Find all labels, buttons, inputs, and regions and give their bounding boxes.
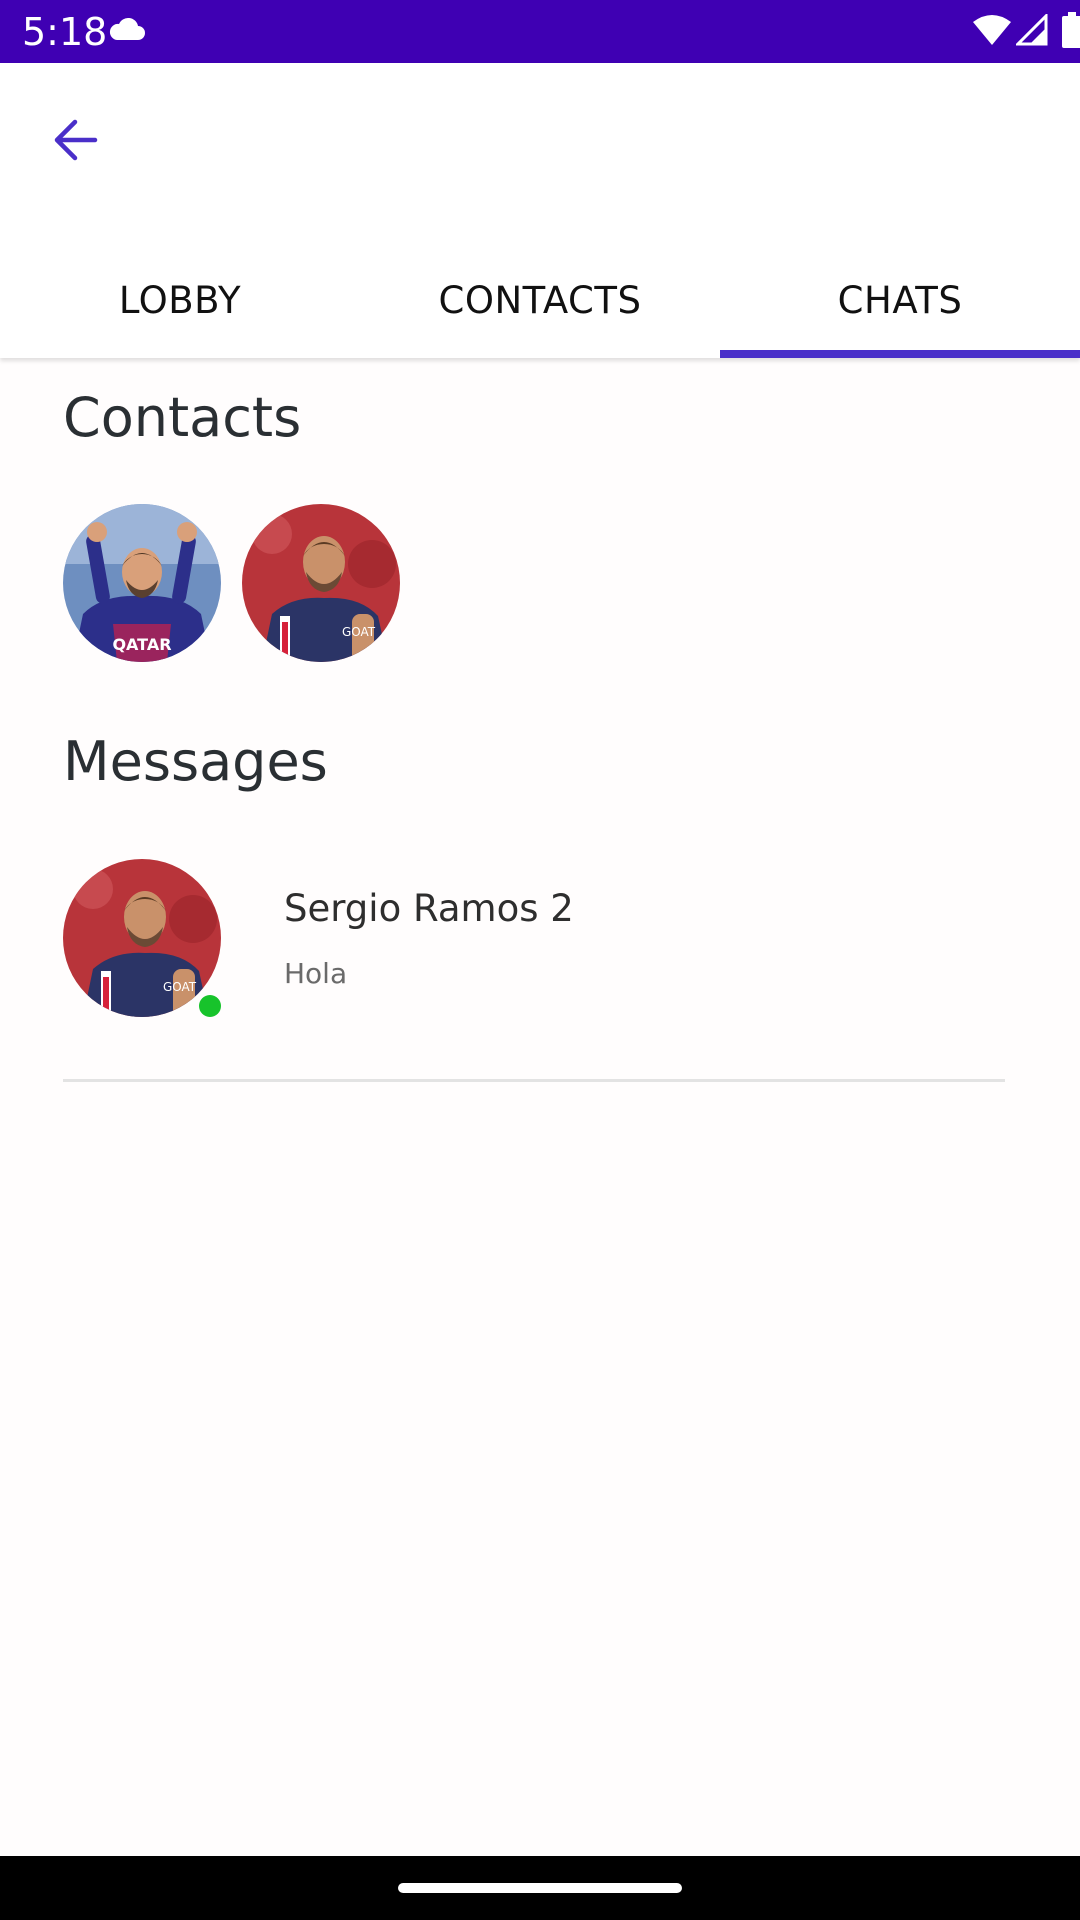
status-icons bbox=[880, 0, 1080, 63]
tab-label: CONTACTS bbox=[438, 279, 642, 322]
chat-avatar: GOAT bbox=[63, 859, 221, 1017]
online-status-indicator bbox=[199, 995, 221, 1017]
contact-avatar[interactable]: QATAR bbox=[63, 504, 221, 662]
cloud-icon bbox=[108, 16, 146, 46]
list-divider bbox=[63, 1079, 1005, 1082]
svg-text:GOAT: GOAT bbox=[342, 625, 376, 639]
wifi-icon bbox=[972, 14, 1012, 50]
contacts-heading: Contacts bbox=[63, 386, 302, 449]
tab-contacts[interactable]: CONTACTS bbox=[360, 243, 720, 358]
tab-label: LOBBY bbox=[118, 279, 242, 322]
status-time: 5:18 bbox=[22, 10, 108, 54]
tab-bar: LOBBY CONTACTS CHATS bbox=[0, 243, 1080, 358]
signal-icon bbox=[1014, 12, 1048, 50]
status-bar: 5:18 bbox=[0, 0, 1080, 63]
system-nav-bar bbox=[0, 1856, 1080, 1920]
message-list-item[interactable]: GOAT Sergio Ramos 2 Hola bbox=[0, 845, 1080, 1085]
tab-label: CHATS bbox=[837, 279, 963, 322]
back-button[interactable] bbox=[40, 107, 110, 177]
messages-heading: Messages bbox=[63, 730, 328, 793]
tab-chats[interactable]: CHATS bbox=[720, 243, 1080, 358]
arrow-left-icon bbox=[51, 118, 99, 166]
tab-lobby[interactable]: LOBBY bbox=[0, 243, 360, 358]
home-gesture-handle[interactable] bbox=[398, 1883, 682, 1893]
chat-contact-name: Sergio Ramos 2 bbox=[284, 887, 574, 930]
chat-last-message: Hola bbox=[284, 957, 348, 990]
svg-text:QATAR: QATAR bbox=[112, 635, 171, 654]
battery-icon bbox=[1062, 12, 1080, 52]
app-bar: LOBBY CONTACTS CHATS bbox=[0, 63, 1080, 358]
svg-text:GOAT: GOAT bbox=[163, 980, 197, 994]
contact-avatar[interactable]: GOAT bbox=[242, 504, 400, 662]
